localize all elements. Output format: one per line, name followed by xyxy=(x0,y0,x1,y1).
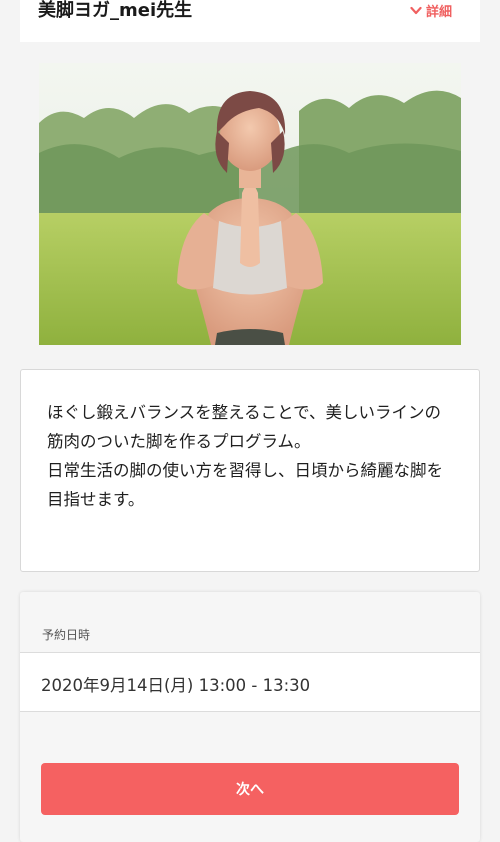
class-detail-page: 美脚ヨガ_mei先生 詳細 ほぐし鍛えバランスを整えることで、美しいラインの筋肉… xyxy=(0,0,500,842)
details-link[interactable]: 詳細 xyxy=(410,1,452,20)
booking-card: 予約日時 2020年9月14日(月) 13:00 - 13:30 次へ xyxy=(20,592,480,842)
reservation-date-row: 2020年9月14日(月) 13:00 - 13:30 xyxy=(20,652,480,712)
next-button[interactable]: 次へ xyxy=(41,763,459,815)
instructor-name: 美脚ヨガ_mei先生 xyxy=(38,0,193,21)
details-label: 詳細 xyxy=(425,5,452,20)
instructor-header: 美脚ヨガ_mei先生 詳細 xyxy=(20,0,480,42)
reservation-date-label: 予約日時 xyxy=(42,628,91,642)
instructor-photo xyxy=(39,63,461,345)
chevron-down-icon xyxy=(410,6,422,16)
reservation-date-value: 2020年9月14日(月) 13:00 - 13:30 xyxy=(41,676,311,695)
description-card: ほぐし鍛えバランスを整えることで、美しいラインの筋肉のついた脚を作るプログラム。… xyxy=(20,369,480,572)
program-description: ほぐし鍛えバランスを整えることで、美しいラインの筋肉のついた脚を作るプログラム。… xyxy=(47,403,443,509)
